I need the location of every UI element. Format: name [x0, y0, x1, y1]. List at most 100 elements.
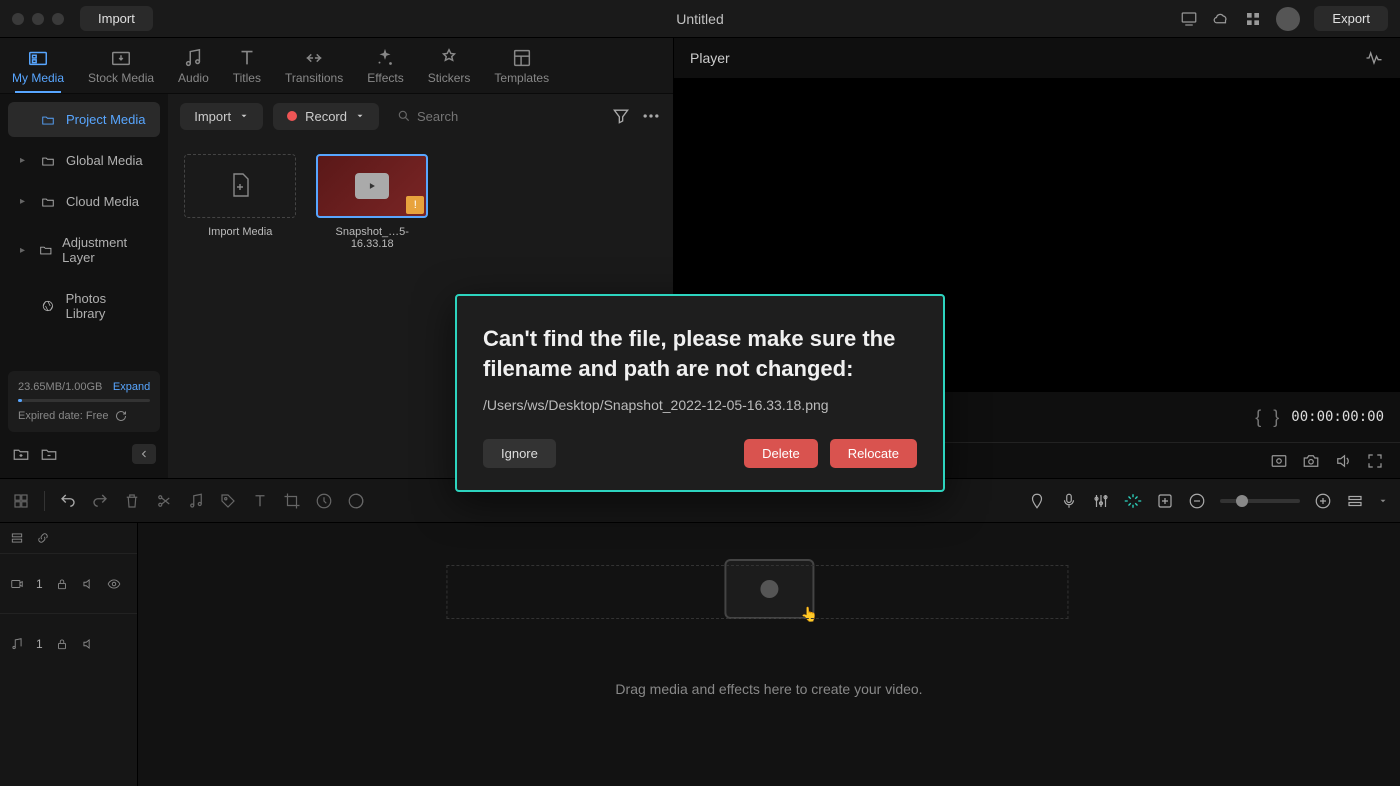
delete-folder-icon[interactable] — [40, 445, 58, 463]
export-button[interactable]: Export — [1314, 6, 1388, 31]
redo-icon[interactable] — [91, 492, 109, 510]
apps-grid-icon[interactable] — [1244, 10, 1262, 28]
color-icon[interactable] — [347, 492, 365, 510]
timeline-track-area[interactable]: 👆 Drag media and effects here to create … — [138, 523, 1400, 786]
text-tool-icon[interactable] — [251, 492, 269, 510]
mute-icon[interactable] — [81, 637, 95, 651]
music-note-icon — [182, 47, 204, 69]
sidebar-item-photos-library[interactable]: Photos Library — [8, 281, 160, 331]
caret-right-icon: ▸ — [20, 196, 30, 207]
tag-icon[interactable] — [219, 492, 237, 510]
ignore-button[interactable]: Ignore — [483, 439, 556, 468]
track-number: 1 — [36, 637, 43, 651]
tab-stock-media[interactable]: Stock Media — [76, 38, 166, 93]
sidebar-item-cloud-media[interactable]: ▸ Cloud Media — [8, 184, 160, 219]
filter-icon[interactable] — [611, 106, 631, 126]
storage-total: /1.00GB — [62, 381, 102, 393]
close-window-icon[interactable] — [12, 13, 24, 25]
fullscreen-icon[interactable] — [1366, 452, 1384, 470]
new-folder-icon[interactable] — [12, 445, 30, 463]
import-button-top[interactable]: Import — [80, 6, 153, 31]
waveform-icon[interactable] — [1364, 48, 1384, 68]
refresh-icon[interactable] — [115, 410, 127, 422]
audio-edit-icon[interactable] — [187, 492, 205, 510]
relocate-button[interactable]: Relocate — [830, 439, 917, 468]
aperture-icon — [40, 299, 56, 313]
zoom-out-icon[interactable] — [1188, 492, 1206, 510]
tab-audio[interactable]: Audio — [166, 38, 221, 93]
marker-icon[interactable] — [1028, 492, 1046, 510]
volume-icon[interactable] — [1334, 452, 1352, 470]
import-dropdown[interactable]: Import — [180, 103, 263, 130]
sidebar-item-label: Project Media — [66, 112, 145, 127]
user-avatar[interactable] — [1276, 7, 1300, 31]
voiceover-icon[interactable] — [1060, 492, 1078, 510]
chevron-left-icon — [138, 448, 150, 460]
render-icon[interactable] — [1124, 492, 1142, 510]
tab-effects[interactable]: Effects — [355, 38, 415, 93]
fit-timeline-icon[interactable] — [1346, 492, 1364, 510]
lock-icon[interactable] — [55, 637, 69, 651]
import-media-tile[interactable]: Import Media — [184, 154, 296, 238]
audio-track-header[interactable]: 1 — [0, 613, 137, 673]
eye-icon[interactable] — [107, 577, 121, 591]
tab-my-media[interactable]: My Media — [0, 38, 76, 93]
lock-icon[interactable] — [55, 577, 69, 591]
zoom-slider[interactable] — [1220, 499, 1300, 503]
track-number: 1 — [36, 577, 43, 591]
mixer-icon[interactable] — [1092, 492, 1110, 510]
sidebar-item-adjustment-layer[interactable]: ▸ Adjustment Layer — [8, 225, 160, 275]
prev-marker-icon[interactable]: { — [1255, 407, 1261, 428]
chevron-down-icon — [239, 111, 249, 121]
collapse-sidebar-button[interactable] — [132, 444, 156, 464]
record-dropdown[interactable]: Record — [273, 103, 379, 130]
delete-button[interactable]: Delete — [744, 439, 818, 468]
minimize-window-icon[interactable] — [32, 13, 44, 25]
sidebar-item-label: Global Media — [66, 153, 143, 168]
screenshot-icon[interactable] — [1270, 452, 1288, 470]
expand-storage-link[interactable]: Expand — [113, 381, 150, 393]
import-doc-icon — [228, 172, 252, 200]
speed-icon[interactable] — [315, 492, 333, 510]
missing-file-dialog: Can't find the file, please make sure th… — [455, 294, 945, 492]
sidebar-item-project-media[interactable]: Project Media — [8, 102, 160, 137]
tab-label: Effects — [367, 71, 403, 85]
track-headers: 1 1 — [0, 523, 138, 786]
next-marker-icon[interactable]: } — [1273, 407, 1279, 428]
split-icon[interactable] — [155, 492, 173, 510]
tab-transitions[interactable]: Transitions — [273, 38, 355, 93]
sticker-icon — [438, 47, 460, 69]
play-badge-icon — [355, 173, 389, 199]
more-options-icon[interactable] — [641, 106, 661, 126]
video-track-header[interactable]: 1 — [0, 553, 137, 613]
search-input[interactable] — [417, 109, 593, 124]
tab-titles[interactable]: Titles — [221, 38, 273, 93]
delete-icon[interactable] — [123, 492, 141, 510]
storage-used: 23.65MB — [18, 381, 62, 393]
link-tracks-icon[interactable] — [36, 531, 50, 545]
camera-icon[interactable] — [1302, 452, 1320, 470]
add-track-icon[interactable] — [1156, 492, 1174, 510]
undo-icon[interactable] — [59, 492, 77, 510]
mute-icon[interactable] — [81, 577, 95, 591]
player-title: Player — [690, 50, 730, 66]
crop-tool-icon[interactable] — [283, 492, 301, 510]
tab-templates[interactable]: Templates — [482, 38, 561, 93]
tab-stickers[interactable]: Stickers — [416, 38, 483, 93]
media-clip-tile[interactable]: ! Snapshot_…5-16.33.18 — [316, 154, 428, 250]
maximize-window-icon[interactable] — [52, 13, 64, 25]
selection-tool-icon[interactable] — [12, 492, 30, 510]
stack-tracks-icon[interactable] — [10, 531, 24, 545]
tab-label: Stickers — [428, 71, 471, 85]
project-title: Untitled — [676, 11, 723, 27]
cloud-icon[interactable] — [1212, 10, 1230, 28]
chevron-down-icon[interactable] — [1378, 496, 1388, 506]
text-icon — [236, 47, 258, 69]
desktop-icon[interactable] — [1180, 10, 1198, 28]
zoom-in-icon[interactable] — [1314, 492, 1332, 510]
chevron-down-icon — [355, 111, 365, 121]
titlebar: Import Untitled Export — [0, 0, 1400, 38]
sidebar-item-global-media[interactable]: ▸ Global Media — [8, 143, 160, 178]
video-track-icon — [10, 577, 24, 591]
dialog-file-path: /Users/ws/Desktop/Snapshot_2022-12-05-16… — [483, 397, 917, 413]
